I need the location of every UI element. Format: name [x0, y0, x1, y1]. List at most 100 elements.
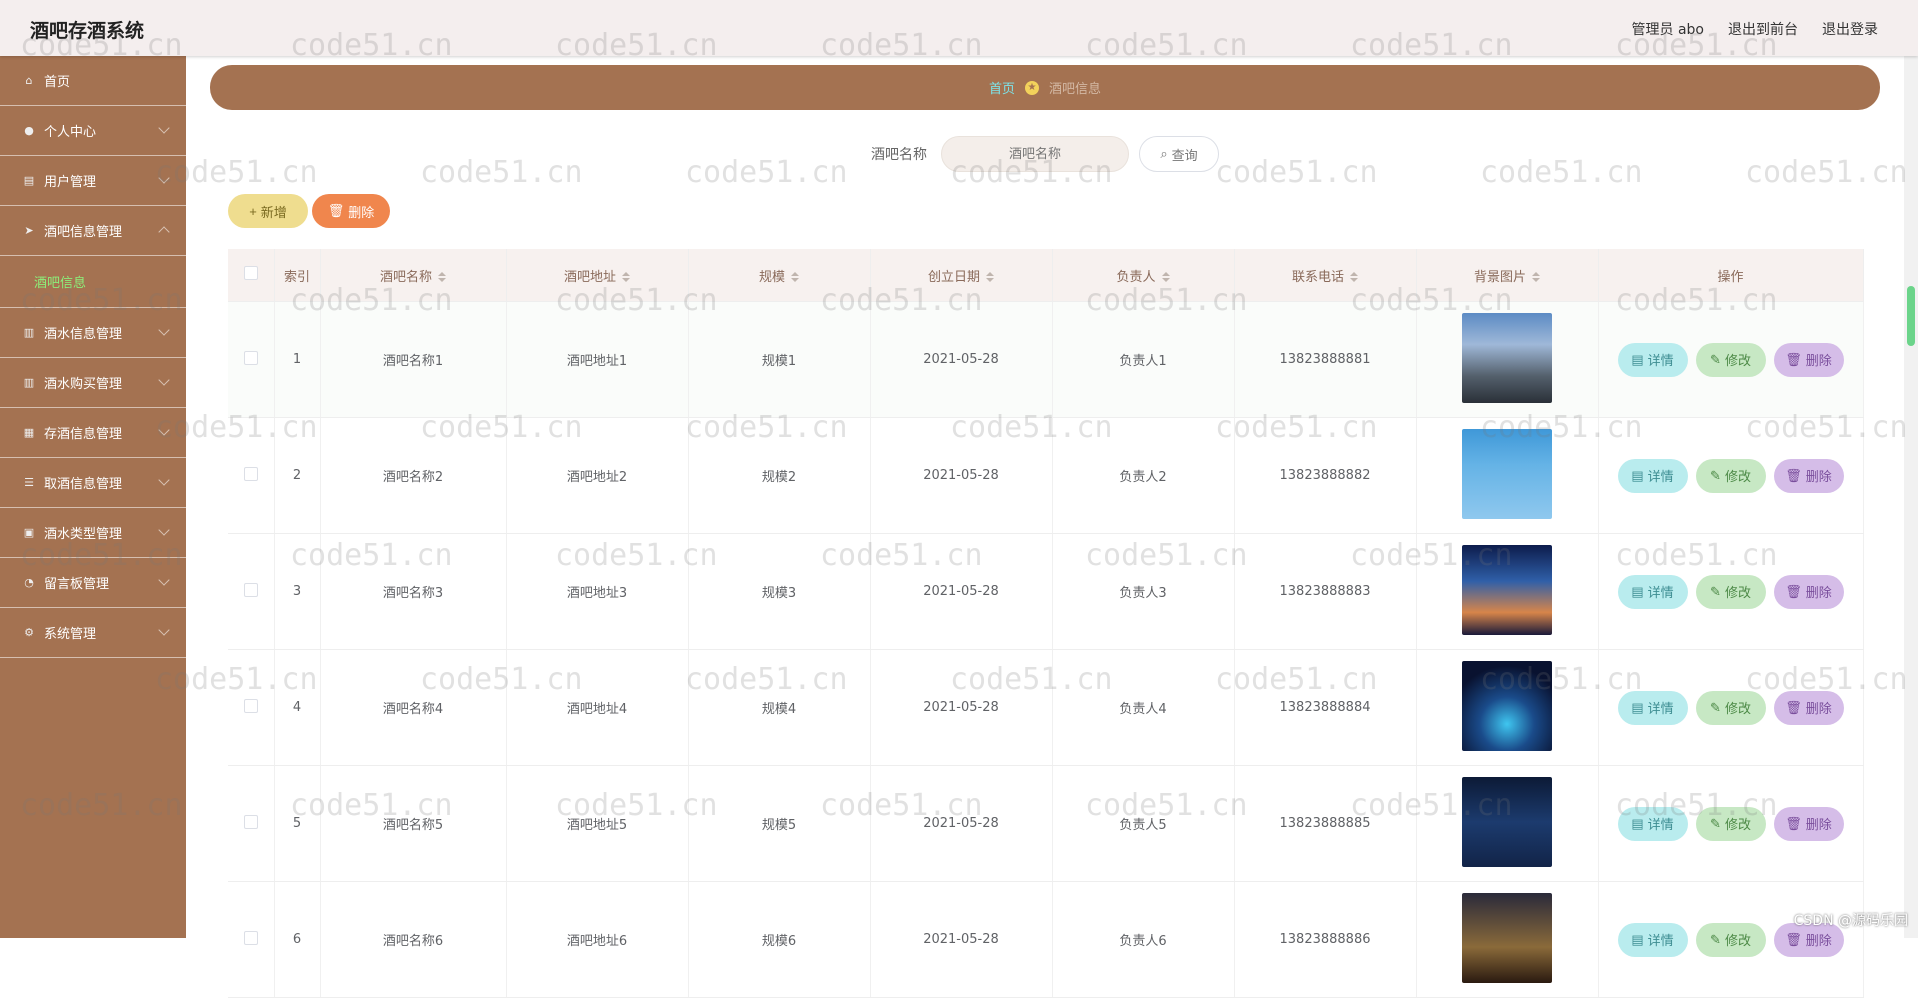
sidebar-item-system[interactable]: ⚙ 系统管理	[0, 608, 186, 658]
search-input[interactable]	[941, 136, 1129, 172]
col-name[interactable]: 酒吧名称	[320, 249, 507, 302]
sort-icon[interactable]	[1532, 272, 1540, 282]
sidebar-item-storage[interactable]: ▦ 存酒信息管理	[0, 408, 186, 458]
sidebar-item-label: 酒吧信息管理	[44, 225, 123, 240]
cell-date: 2021-05-28	[870, 417, 1053, 534]
breadcrumb-home[interactable]: 首页	[989, 78, 1015, 97]
cell-name: 酒吧名称3	[320, 533, 507, 650]
sort-icon[interactable]	[438, 272, 446, 282]
sidebar-item-drink-type[interactable]: ▣ 酒水类型管理	[0, 508, 186, 558]
sort-icon[interactable]	[791, 272, 799, 282]
chevron-down-icon	[158, 172, 170, 184]
cell-index: 2	[274, 417, 321, 534]
sidebar-item-label: 酒水购买管理	[44, 377, 123, 392]
trash-icon: 🗑	[327, 203, 345, 218]
cell-date: 2021-05-28	[870, 301, 1053, 418]
bar-image[interactable]	[1462, 312, 1552, 403]
trash-icon: 🗑	[1785, 931, 1802, 947]
scrollbar-thumb[interactable]	[1907, 286, 1915, 346]
users-icon: ▤	[23, 174, 35, 187]
document-icon: ▤	[1631, 467, 1644, 483]
col-date[interactable]: 创立日期	[870, 249, 1053, 302]
sidebar-item-bar-info-mgmt[interactable]: ➤ 酒吧信息管理	[0, 206, 186, 256]
detail-button[interactable]: ▤ 详情	[1617, 690, 1688, 725]
col-scale[interactable]: 规模	[688, 249, 871, 302]
bar-image[interactable]	[1462, 660, 1552, 751]
table-row: 6 酒吧名称6 酒吧地址6 规模6 2021-05-28 负责人6 138238…	[228, 881, 1864, 998]
cell-address: 酒吧地址2	[506, 417, 689, 534]
edit-button[interactable]: ✎ 修改	[1695, 690, 1766, 725]
main-content: 酒吧名称 ⌕ 查询 + 新增 🗑 删除 索引 酒吧名称 酒吧地址 规模	[210, 118, 1880, 998]
col-manager[interactable]: 负责人	[1052, 249, 1235, 302]
sort-icon[interactable]	[1350, 272, 1358, 282]
chevron-down-icon	[158, 524, 170, 536]
home-icon: ⌂	[25, 74, 33, 87]
detail-button[interactable]: ▤ 详情	[1617, 574, 1688, 609]
sort-icon[interactable]	[1161, 272, 1170, 282]
add-label: 新增	[260, 204, 287, 220]
edit-button[interactable]: ✎ 修改	[1695, 458, 1766, 493]
col-address[interactable]: 酒吧地址	[506, 249, 689, 302]
cell-phone: 13823888883	[1234, 533, 1417, 650]
chevron-down-icon	[158, 374, 170, 386]
detail-button[interactable]: ▤ 详情	[1617, 458, 1688, 493]
delete-button[interactable]: 🗑 删除	[1773, 690, 1844, 725]
delete-button[interactable]: 🗑 删除	[1773, 574, 1844, 609]
sidebar-item-label: 酒水信息管理	[44, 327, 123, 342]
delete-button[interactable]: 🗑 删除	[1773, 458, 1844, 493]
trash-icon: 🗑	[1785, 467, 1802, 483]
trash-icon: 🗑	[1785, 699, 1802, 715]
select-all-cell[interactable]	[228, 249, 275, 302]
col-phone[interactable]: 联系电话	[1234, 249, 1417, 302]
bar-image[interactable]	[1462, 544, 1552, 635]
edit-button[interactable]: ✎ 修改	[1695, 574, 1766, 609]
bar-image[interactable]	[1462, 776, 1552, 867]
cell-date: 2021-05-28	[870, 533, 1053, 650]
add-button[interactable]: + 新增	[228, 194, 308, 228]
cell-date: 2021-05-28	[870, 765, 1053, 882]
row-checkbox[interactable]	[243, 814, 258, 829]
sidebar-item-drink-info[interactable]: ▥ 酒水信息管理	[0, 308, 186, 358]
csdn-watermark: CSDN @源码乐园	[1793, 913, 1908, 929]
edit-button[interactable]: ✎ 修改	[1695, 922, 1766, 957]
logout-link[interactable]: 退出登录	[1822, 19, 1878, 39]
cell-name: 酒吧名称4	[320, 649, 507, 766]
sidebar-item-personal[interactable]: ● 个人中心	[0, 106, 186, 156]
edit-button[interactable]: ✎ 修改	[1695, 806, 1766, 841]
edit-button[interactable]: ✎ 修改	[1695, 342, 1766, 377]
detail-button[interactable]: ▤ 详情	[1617, 806, 1688, 841]
select-all-checkbox[interactable]	[243, 266, 258, 280]
star-icon: ★	[1025, 80, 1039, 95]
sidebar-subitem-bar-info[interactable]: 酒吧信息	[0, 256, 186, 308]
sidebar-item-drink-purchase[interactable]: ▥ 酒水购买管理	[0, 358, 186, 408]
chevron-down-icon	[158, 624, 170, 636]
table-header-row: 索引 酒吧名称 酒吧地址 规模 创立日期 负责人 联系电话 背景图片 操作	[228, 249, 1864, 302]
action-row: + 新增 🗑 删除	[228, 194, 390, 228]
detail-button[interactable]: ▤ 详情	[1617, 922, 1688, 957]
sort-icon[interactable]	[622, 272, 630, 282]
sidebar-item-home[interactable]: ⌂ 首页	[0, 56, 186, 106]
sidebar-item-users[interactable]: ▤ 用户管理	[0, 156, 186, 206]
exit-to-front-link[interactable]: 退出到前台	[1728, 19, 1798, 39]
page-scrollbar[interactable]	[1904, 56, 1918, 938]
row-checkbox[interactable]	[243, 350, 258, 365]
plus-icon: +	[249, 203, 257, 219]
cell-name: 酒吧名称5	[320, 765, 507, 882]
bar-image[interactable]	[1462, 428, 1552, 519]
detail-button[interactable]: ▤ 详情	[1617, 342, 1688, 377]
col-image[interactable]: 背景图片	[1416, 249, 1599, 302]
table-row: 2 酒吧名称2 酒吧地址2 规模2 2021-05-28 负责人2 138238…	[228, 417, 1864, 534]
cell-scale: 规模2	[688, 417, 871, 534]
sidebar-item-withdraw[interactable]: ☰ 取酒信息管理	[0, 458, 186, 508]
row-checkbox[interactable]	[243, 582, 258, 597]
sort-icon[interactable]	[986, 272, 994, 282]
chevron-down-icon	[158, 574, 170, 586]
row-checkbox[interactable]	[243, 698, 258, 713]
cell-scale: 规模4	[688, 649, 871, 766]
row-checkbox[interactable]	[243, 466, 258, 481]
query-button[interactable]: ⌕ 查询	[1139, 136, 1219, 172]
delete-button[interactable]: 🗑 删除	[1773, 342, 1844, 377]
sidebar-item-message-board[interactable]: ◔ 留言板管理	[0, 558, 186, 608]
delete-button[interactable]: 🗑 删除	[1773, 806, 1844, 841]
batch-delete-button[interactable]: 🗑 删除	[312, 194, 390, 228]
